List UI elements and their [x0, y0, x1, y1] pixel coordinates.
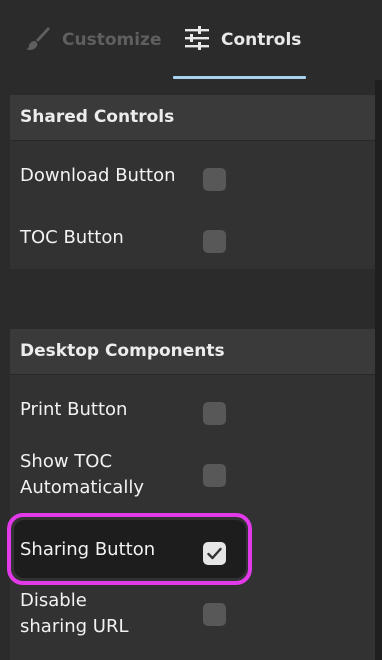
sharing-button-checkbox[interactable]	[203, 542, 226, 565]
checkmark-icon	[207, 547, 222, 560]
section-title: Desktop Components	[20, 341, 225, 361]
print-button-label: Print Button	[20, 399, 128, 420]
shared-controls-header: Shared Controls	[10, 95, 375, 141]
show-toc-automatically-label: Show TOC Automatically	[20, 451, 144, 498]
section-title: Shared Controls	[20, 107, 175, 127]
toc-button-checkbox[interactable]	[203, 230, 226, 253]
download-button-label: Download Button	[20, 165, 176, 186]
tab-controls[interactable]: Controls	[183, 0, 301, 80]
controls-panel: Customize Controls Shared Controls Downl…	[0, 0, 382, 660]
shared-controls-section: Shared Controls Download Button TOC Butt…	[10, 95, 375, 269]
sliders-icon	[183, 24, 211, 56]
brush-icon	[24, 24, 52, 56]
sharing-button-label: Sharing Button	[20, 539, 156, 560]
show-toc-automatically-checkbox[interactable]	[203, 464, 226, 487]
disable-sharing-url-label: Disable sharing URL	[20, 590, 129, 637]
active-tab-indicator	[173, 76, 306, 79]
tab-customize-label: Customize	[62, 30, 162, 50]
download-button-checkbox[interactable]	[203, 168, 226, 191]
desktop-components-header: Desktop Components	[10, 329, 375, 375]
tab-bar: Customize Controls	[0, 0, 382, 80]
tab-controls-label: Controls	[221, 30, 302, 50]
tab-customize[interactable]: Customize	[24, 0, 161, 80]
scrollbar[interactable]	[375, 80, 382, 660]
toc-button-label: TOC Button	[20, 227, 124, 248]
desktop-components-section: Desktop Components Print Button Show TOC…	[10, 329, 375, 660]
print-button-checkbox[interactable]	[203, 402, 226, 425]
disable-sharing-url-checkbox[interactable]	[203, 603, 226, 626]
